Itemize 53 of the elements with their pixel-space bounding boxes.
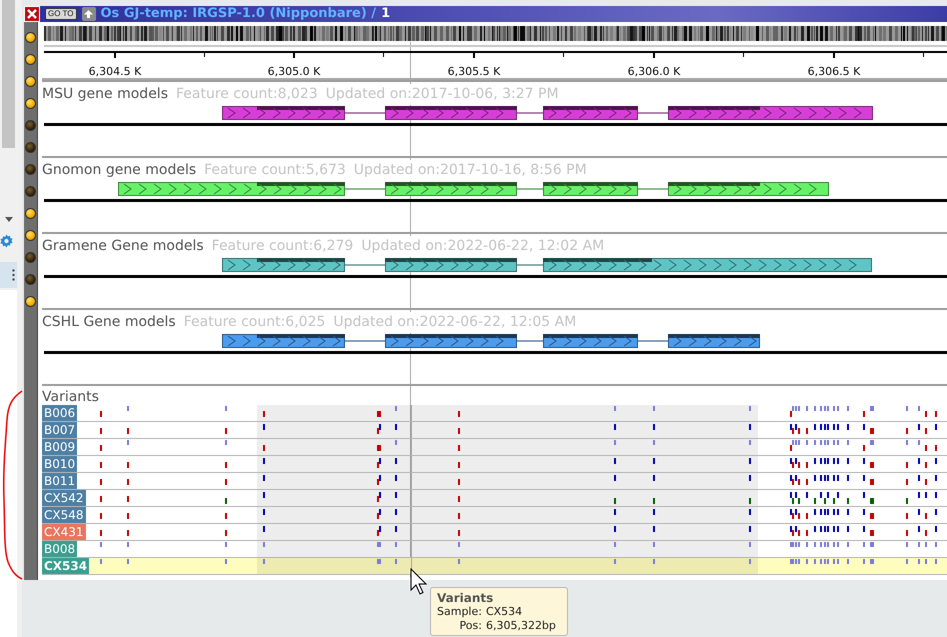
gene-model-drawing[interactable]	[222, 106, 873, 120]
caret-icon[interactable]	[5, 217, 13, 222]
gene-model-drawing[interactable]	[118, 182, 829, 196]
sample-label: B007	[42, 422, 78, 438]
track-toggle[interactable]	[25, 186, 36, 197]
field-label: Pos:	[458, 619, 482, 633]
track-toggle[interactable]	[25, 164, 36, 175]
track-toggle[interactable]	[25, 120, 36, 131]
track-toggle[interactable]	[25, 98, 36, 109]
side-panel-tab[interactable]	[0, 262, 17, 288]
sample-label: B010	[42, 456, 78, 472]
updated-date: Updated on:2022-06-22, 12:05 AM	[333, 312, 576, 332]
window-title: Os GJ-temp: IRGSP-1.0 (Nipponbare) /	[100, 5, 376, 24]
settings-icon[interactable]	[0, 234, 13, 248]
track-toggle[interactable]	[25, 54, 36, 65]
ruler-label: 6,306.0 K	[628, 65, 680, 78]
sample-label: CX534	[42, 558, 90, 574]
sample-label: CX431	[42, 524, 86, 540]
track-toggle[interactable]	[25, 274, 36, 285]
track-toggle[interactable]	[25, 76, 36, 87]
gene-model-drawing[interactable]	[222, 334, 760, 348]
close-button[interactable]	[24, 6, 40, 22]
field-label: Sample:	[437, 605, 482, 619]
ruler-label: 6,305.5 K	[448, 65, 500, 78]
updated-date: Updated on:2022-06-22, 12:02 AM	[361, 236, 604, 256]
field-value: CX534	[486, 605, 524, 619]
tooltip-title: Variants	[437, 591, 494, 605]
more-icon[interactable]	[12, 269, 15, 281]
sample-row[interactable]: CX534	[42, 558, 947, 575]
track-toggle[interactable]	[25, 252, 36, 263]
track-toggle[interactable]	[25, 296, 36, 307]
sample-label: B011	[42, 473, 78, 489]
scrollbar-thumb[interactable]	[2, 0, 15, 148]
sample-label: B006	[42, 405, 78, 421]
sample-label: B008	[42, 541, 78, 557]
track-toggle[interactable]	[25, 142, 36, 153]
track-toggle[interactable]	[25, 230, 36, 241]
updated-date: Updated on:2017-10-06, 3:27 PM	[326, 84, 559, 104]
ruler-label: 6,305.0 K	[268, 65, 320, 78]
track-toggle[interactable]	[25, 208, 36, 219]
updated-date: Updated on:2017-10-16, 8:56 PM	[354, 160, 587, 180]
goto-button[interactable]: GO TO	[45, 8, 76, 20]
sample-label: B009	[42, 439, 78, 455]
sample-label: CX542	[42, 490, 86, 506]
field-value: 6,305,322bp	[486, 619, 556, 633]
ruler-label: 6,306.5 K	[808, 65, 860, 78]
sample-label: CX548	[42, 507, 86, 523]
ruler-label: 6,304.5 K	[88, 65, 142, 78]
page-number: 1	[381, 5, 390, 24]
track-title: Variants	[42, 388, 99, 405]
track-toggle[interactable]	[25, 32, 36, 43]
gene-model-drawing[interactable]	[222, 258, 872, 272]
upload-button[interactable]	[82, 7, 96, 21]
